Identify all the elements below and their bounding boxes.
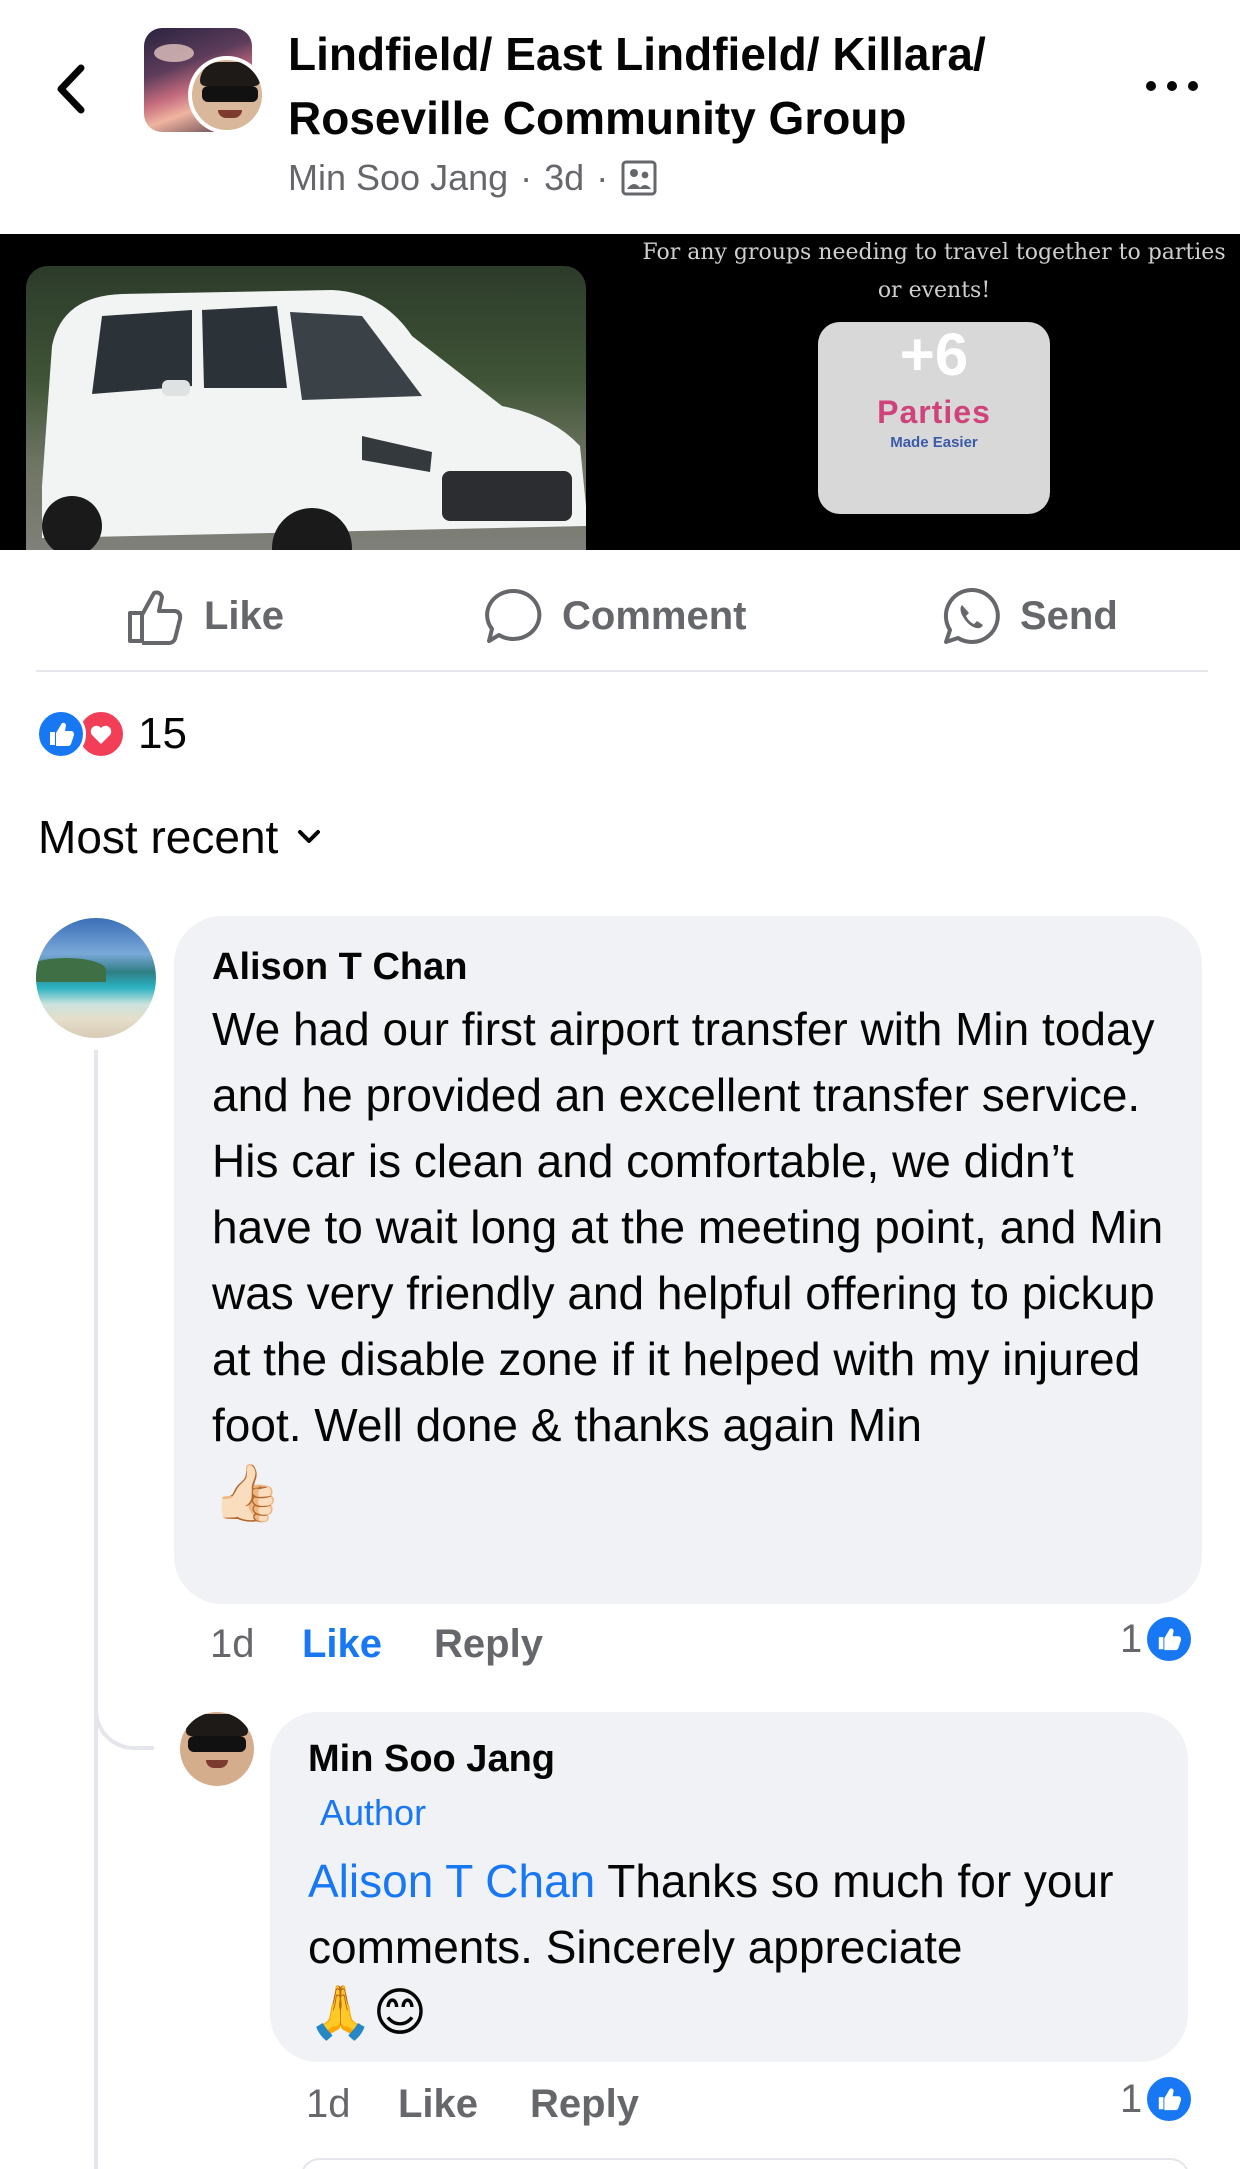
more-photos-count[interactable]: +6 (628, 320, 1240, 389)
comment-text: We had our first airport transfer with M… (212, 1003, 1164, 1451)
like-reaction-icon (1144, 2074, 1195, 2124)
reply-meta: 1d Like Reply (306, 2076, 639, 2132)
post-meta: Min Soo Jang · 3d · (288, 154, 658, 202)
promo-text: For any groups needing to travel togethe… (642, 240, 1226, 303)
whatsapp-icon (943, 587, 1000, 644)
van-photo[interactable] (0, 234, 614, 550)
parties-logo-text: Parties (877, 394, 991, 430)
reply-like-number: 1 (1120, 2076, 1143, 2121)
send-button[interactable]: Send (940, 580, 1118, 652)
more-options-button[interactable] (1140, 66, 1204, 106)
send-label: Send (1020, 593, 1118, 638)
more-icon (1146, 81, 1156, 91)
mention-link[interactable]: Alison T Chan (308, 1855, 595, 1907)
post-author[interactable]: Min Soo Jang (288, 157, 508, 199)
comment-meta: 1d Like Reply (210, 1616, 543, 1672)
reply-bubble[interactable]: Min Soo Jang Author Alison T Chan Thanks… (270, 1712, 1188, 2062)
promo-image[interactable]: For any groups needing to travel togethe… (628, 234, 1240, 550)
comment-author[interactable]: Alison T Chan (212, 942, 1164, 992)
reply-reply-button[interactable]: Reply (530, 2082, 639, 2127)
reply-text: Alison T Chan Thanks so much for your co… (308, 1848, 1150, 1980)
like-button[interactable]: Like (124, 580, 284, 652)
comment-like-button[interactable]: Like (302, 1622, 382, 1667)
post-time[interactable]: 3d (544, 157, 584, 199)
like-reaction-icon (36, 709, 86, 759)
next-comment-edge (300, 2158, 1190, 2169)
reply-author[interactable]: Min Soo Jang (308, 1734, 1150, 1784)
post-actions: Like Comment Send (0, 560, 1240, 672)
comment-button[interactable]: Comment (482, 580, 746, 652)
separator-dot: · (596, 157, 609, 198)
reply-like-count[interactable]: 1 (1120, 2074, 1195, 2124)
comment-label: Comment (562, 593, 747, 638)
parties-logo-subtext: Made Easier (890, 434, 978, 451)
van-image (42, 290, 586, 550)
like-reaction-icon (1144, 1614, 1195, 1664)
reply-emojis: 🙏😊 (308, 1984, 427, 2042)
like-label: Like (204, 593, 285, 638)
thread-connector (94, 1690, 154, 1750)
post-header: Lindfield/ East Lindfield/ Killara/ Rose… (0, 0, 1240, 232)
like-icon (128, 590, 183, 645)
group-audience-icon (621, 160, 657, 196)
author-badge: Author (320, 1792, 427, 1833)
chevron-down-icon (298, 830, 321, 843)
thumbs-up-emoji: 👍🏻 (212, 1461, 282, 1524)
reply-author-avatar[interactable] (180, 1712, 254, 1786)
comment-icon (485, 588, 542, 643)
comment-like-count[interactable]: 1 (1120, 1614, 1195, 1664)
divider (36, 670, 1208, 672)
comment-bubble[interactable]: Alison T Chan We had our first airport t… (174, 916, 1202, 1604)
reaction-summary[interactable]: 15 (36, 706, 187, 762)
reply-time[interactable]: 1d (306, 2082, 398, 2127)
comment-time[interactable]: 1d (210, 1622, 302, 1667)
separator-dot: · (520, 157, 533, 198)
author-avatar[interactable] (188, 56, 266, 134)
reply-like-button[interactable]: Like (398, 2082, 478, 2127)
comment-reply-button[interactable]: Reply (434, 1622, 543, 1667)
reaction-count: 15 (138, 709, 187, 758)
thread-line (94, 1050, 98, 2169)
back-button[interactable] (42, 58, 98, 120)
comment-like-number: 1 (1120, 1616, 1143, 1661)
post-media: For any groups needing to travel togethe… (0, 234, 1240, 550)
group-title[interactable]: Lindfield/ East Lindfield/ Killara/ Rose… (288, 22, 1088, 150)
commenter-avatar[interactable] (36, 918, 156, 1038)
comment-sort-dropdown[interactable]: Most recent (38, 810, 322, 864)
sort-label: Most recent (38, 811, 279, 863)
back-icon (57, 64, 85, 114)
